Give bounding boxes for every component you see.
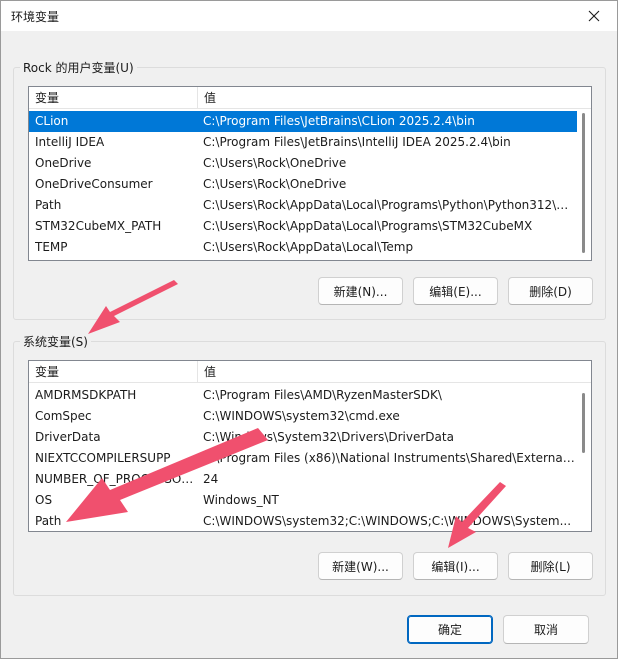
variable-name: NIEXTCCOMPILERSUPP — [35, 451, 171, 465]
variable-value: C:\WINDOWS\system32\cmd.exe — [203, 409, 400, 423]
variable-name: IntelliJ IDEA — [35, 135, 105, 149]
column-header-value[interactable]: 值 — [198, 87, 578, 109]
column-header-variable[interactable]: 变量 — [29, 361, 198, 383]
user-variables-group-label: Rock 的用户变量(U) — [20, 59, 137, 76]
table-row[interactable]: STM32CubeMX_PATH C:\Users\Rock\AppData\Lo… — [29, 216, 577, 237]
table-row[interactable]: Path C:\Users\Rock\AppData\Local\Programs… — [29, 195, 577, 216]
variable-value: C:\Program Files\JetBrains\IntelliJ IDEA… — [203, 135, 511, 149]
variable-name: AMDRMSDKPATH — [35, 388, 137, 402]
variable-name: ComSpec — [35, 409, 92, 423]
system-variables-list[interactable]: 变量 值 AMDRMSDKPATH C:\Program Files\AMD\Ry… — [28, 360, 592, 532]
variable-value: Windows_NT — [203, 493, 279, 507]
variable-name: CLion — [35, 114, 69, 128]
user-variables-scrollbar[interactable] — [577, 109, 591, 260]
column-header-value[interactable]: 值 — [198, 361, 578, 383]
variable-name: DriverData — [35, 430, 101, 444]
environment-variables-dialog: 环境变量 Rock 的用户变量(U) 变量 值 CLion C:\Program … — [0, 0, 618, 659]
system-new-button[interactable]: 新建(W)... — [318, 552, 403, 580]
variable-value: 24 — [203, 472, 219, 486]
variable-name: NUMBER_OF_PROCESSORS — [35, 472, 195, 486]
variable-value: C:\Program Files (x86)\National Instrume… — [203, 451, 575, 465]
title-bar: 环境变量 — [1, 1, 617, 31]
user-edit-button[interactable]: 编辑(E)... — [413, 277, 498, 305]
table-row[interactable]: AMDRMSDKPATH C:\Program Files\AMD\RyzenMa… — [29, 385, 577, 406]
user-variables-scroll-thumb[interactable] — [582, 113, 585, 253]
user-variables-header: 变量 值 — [29, 87, 591, 109]
variable-value: C:\Users\Rock\AppData\Local\Programs\Pyt… — [203, 198, 575, 212]
system-variables-header: 变量 值 — [29, 361, 591, 383]
variable-name: TEMP — [35, 240, 68, 254]
table-row[interactable]: Path C:\WINDOWS\system32;C:\WINDOWS;C:\WI… — [29, 511, 577, 531]
variable-value: C:\Program Files\JetBrains\CLion 2025.2.… — [203, 114, 475, 128]
system-edit-button[interactable]: 编辑(I)... — [413, 552, 498, 580]
variable-name: OneDrive — [35, 156, 92, 170]
system-delete-button[interactable]: 删除(L) — [508, 552, 593, 580]
variable-value: C:\WINDOWS\system32;C:\WINDOWS;C:\WINDOW… — [203, 514, 572, 528]
table-row[interactable]: OS Windows_NT — [29, 490, 577, 511]
system-variables-scroll-thumb[interactable] — [582, 393, 585, 453]
variable-value: C:\Windows\System32\Drivers\DriverData — [203, 430, 454, 444]
close-icon — [588, 10, 600, 22]
variable-value: C:\Users\Rock\OneDrive — [203, 177, 347, 191]
table-row[interactable]: OneDrive C:\Users\Rock\OneDrive — [29, 153, 577, 174]
system-variables-rows: AMDRMSDKPATH C:\Program Files\AMD\RyzenMa… — [29, 385, 577, 531]
table-row[interactable]: TEMP C:\Users\Rock\AppData\Local\Temp — [29, 237, 577, 258]
variable-value: C:\Users\Rock\OneDrive — [203, 156, 347, 170]
table-row[interactable]: CLion C:\Program Files\JetBrains\CLion 20… — [29, 111, 577, 132]
variable-name: Path — [35, 198, 62, 212]
close-button[interactable] — [571, 1, 617, 31]
variable-value: C:\Program Files\AMD\RyzenMasterSDK\ — [203, 388, 442, 402]
table-row[interactable]: DriverData C:\Windows\System32\Drivers\Dr… — [29, 427, 577, 448]
table-row[interactable]: NIEXTCCOMPILERSUPP C:\Program Files (x86)… — [29, 448, 577, 469]
table-row[interactable]: OneDriveConsumer C:\Users\Rock\OneDrive — [29, 174, 577, 195]
window-title: 环境变量 — [11, 10, 60, 24]
cancel-button[interactable]: 取消 — [503, 615, 589, 644]
variable-value: C:\Users\Rock\AppData\Local\Programs\STM… — [203, 219, 533, 233]
table-row[interactable]: IntelliJ IDEA C:\Program Files\JetBrains\… — [29, 132, 577, 153]
variable-name: OS — [35, 493, 53, 507]
table-row[interactable]: ComSpec C:\WINDOWS\system32\cmd.exe — [29, 406, 577, 427]
variable-name: STM32CubeMX_PATH — [35, 219, 162, 233]
user-delete-button[interactable]: 删除(D) — [508, 277, 593, 305]
system-variables-scrollbar[interactable] — [577, 383, 591, 531]
variable-name: OneDriveConsumer — [35, 177, 153, 191]
user-new-button[interactable]: 新建(N)... — [318, 277, 403, 305]
user-variables-rows: CLion C:\Program Files\JetBrains\CLion 20… — [29, 111, 577, 258]
table-row[interactable]: NUMBER_OF_PROCESSORS 24 — [29, 469, 577, 490]
user-variables-list[interactable]: 变量 值 CLion C:\Program Files\JetBrains\CLi… — [28, 86, 592, 261]
variable-name: Path — [35, 514, 62, 528]
variable-value: C:\Users\Rock\AppData\Local\Temp — [203, 240, 414, 254]
ok-button[interactable]: 确定 — [407, 615, 493, 644]
column-header-variable[interactable]: 变量 — [29, 87, 198, 109]
system-variables-group-label: 系统变量(S) — [20, 333, 91, 350]
